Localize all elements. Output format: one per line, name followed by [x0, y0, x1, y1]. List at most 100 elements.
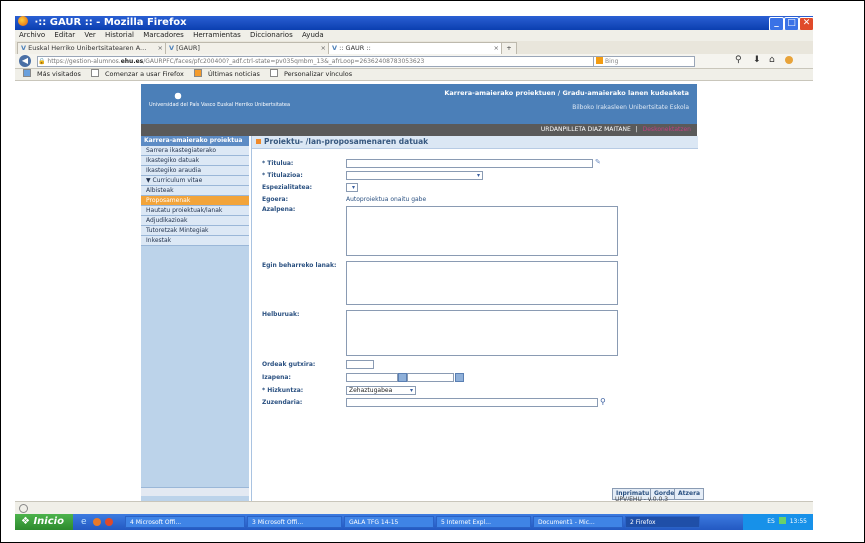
logo-text: Universidad del País Vasco Euskal Herrik… — [149, 102, 291, 108]
start-label: Inicio — [33, 516, 64, 527]
upv-logo-mark — [171, 90, 185, 102]
sidebar-scrollbar[interactable] — [141, 487, 249, 496]
search-icon[interactable]: ⚲ — [735, 55, 742, 65]
quicklaunch-ie-icon[interactable]: e — [81, 517, 87, 527]
hours-label: Ordeak gutxira: — [262, 361, 316, 368]
specialty-select[interactable]: ▾ — [346, 183, 358, 192]
addon-icon[interactable] — [785, 56, 793, 64]
menu-editar[interactable]: Editar — [54, 31, 75, 39]
firefox-icon — [18, 16, 28, 26]
tab-euskal-herriko[interactable]: V Euskal Herriko Unibertsitatearen A... … — [17, 42, 167, 54]
windows-taskbar: ❖ Inicio e 4 Microsoft Offi... 3 Microso… — [15, 514, 813, 530]
url-domain: ehu.es — [120, 58, 144, 65]
upv-logo: Universidad del País Vasco Euskal Herrik… — [149, 90, 290, 108]
clock[interactable]: 13:55 — [790, 518, 807, 525]
language-select[interactable]: Zehaztugabea ▾ — [346, 386, 416, 395]
sidebar-item-curriculum[interactable]: ▼ Curriculum vitae — [141, 176, 249, 186]
title-input[interactable] — [346, 159, 593, 168]
tasks-textarea[interactable] — [346, 261, 618, 305]
start-button[interactable]: ❖ Inicio — [15, 514, 73, 530]
start-date-input[interactable] — [346, 373, 398, 382]
site-subtitle: Bilboko Irakasleen Unibertsitate Eskola — [572, 104, 689, 111]
sidebar-item-proposamenak[interactable]: Proposamenak — [141, 196, 249, 206]
tab-label: Euskal Herriko Unibertsitatearen A... — [28, 44, 147, 52]
bookmarks-bar: Más visitados Comenzar a usar Firefox Úl… — [15, 69, 813, 81]
tab-close-icon[interactable]: × — [321, 43, 326, 54]
bookmark-label: Comenzar a usar Firefox — [105, 70, 184, 78]
minimize-button[interactable]: _ — [769, 17, 784, 31]
tab-gaur-brackets[interactable]: V [GAUR] × — [165, 42, 330, 54]
tab-favicon: V — [169, 44, 175, 52]
goals-textarea[interactable] — [346, 310, 618, 356]
bookmark-personalizar[interactable]: Personalizar vínculos — [266, 69, 353, 78]
taskbar-item-document1[interactable]: Document1 - Mic... — [533, 516, 623, 528]
quicklaunch-firefox-icon[interactable] — [93, 518, 101, 526]
bookmark-mas-visitados[interactable]: Más visitados — [19, 69, 81, 78]
taskbar-item-office-4[interactable]: 4 Microsoft Offi... — [125, 516, 245, 528]
spellcheck-icon[interactable]: ✎ — [595, 158, 601, 166]
menu-ver[interactable]: Ver — [84, 31, 95, 39]
summary-textarea[interactable] — [346, 206, 618, 256]
window-titlebar: ·:: GAUR :: - Mozilla Firefox _ □ ✕ — [15, 16, 813, 31]
heading-bullet-icon — [256, 139, 261, 144]
menu-historial[interactable]: Historial — [105, 31, 134, 39]
taskbar-item-office-3[interactable]: 3 Microsoft Offi... — [247, 516, 342, 528]
calendar-icon[interactable] — [398, 373, 407, 382]
sidebar-item-adjudikazioak[interactable]: Adjudikazioak — [141, 216, 249, 226]
language-value: Zehaztugabea — [349, 387, 393, 394]
tab-gaur-active[interactable]: V :: GAUR :: × — [328, 42, 503, 54]
state-value: Autoproiektua onaitu gabe — [346, 196, 427, 203]
tray-network-icon[interactable] — [778, 517, 786, 524]
taskbar-item-gala-tfg[interactable]: GALA TFG 14-15 — [344, 516, 434, 528]
sidebar-item-inkestak[interactable]: Inkestak — [141, 236, 249, 246]
back-arrow-icon[interactable]: ◀ — [19, 55, 31, 67]
logout-link[interactable]: Deskonektatzen — [643, 126, 697, 133]
new-tab-button[interactable]: + — [501, 42, 517, 54]
taskbar-item-ie[interactable]: 5 Internet Expl... — [436, 516, 531, 528]
calendar-icon[interactable] — [455, 373, 464, 382]
menu-herramientas[interactable]: Herramientas — [193, 31, 241, 39]
bookmark-ultimas-noticias[interactable]: Últimas noticias — [190, 69, 260, 78]
site-header: Universidad del País Vasco Euskal Herrik… — [141, 84, 697, 124]
degree-select[interactable]: ▾ — [346, 171, 483, 180]
search-input[interactable]: Bing — [593, 56, 695, 67]
site-title: Karrera-amaierako proiektuen / Gradu-ama… — [444, 89, 689, 97]
firefox-window: ·:: GAUR :: - Mozilla Firefox _ □ ✕ Arch… — [15, 16, 813, 530]
menu-marcadores[interactable]: Marcadores — [143, 31, 184, 39]
hours-input[interactable] — [346, 360, 374, 369]
quicklaunch-media-icon[interactable] — [105, 518, 113, 526]
tab-close-icon[interactable]: × — [158, 43, 163, 54]
degree-label: * Titulazioa: — [262, 172, 303, 179]
chevron-down-icon: ▾ — [409, 387, 413, 394]
sidebar-item-sarrera[interactable]: Sarrera ikastegiaterako — [141, 146, 249, 156]
search-icon[interactable]: ⚲ — [600, 397, 606, 406]
language-indicator[interactable]: ES — [767, 518, 775, 525]
menu-archivo[interactable]: Archivo — [19, 31, 45, 39]
download-icon[interactable]: ⬇ — [753, 55, 761, 65]
window-title: ·:: GAUR :: - Mozilla Firefox — [34, 17, 187, 28]
sidebar-item-ikastegiko-datuak[interactable]: Ikastegiko datuak — [141, 156, 249, 166]
back-button[interactable]: Atzera — [674, 488, 705, 500]
close-window-button[interactable]: ✕ — [799, 17, 813, 31]
bookmark-label: Personalizar vínculos — [283, 70, 353, 78]
menu-diccionarios[interactable]: Diccionarios — [250, 31, 293, 39]
user-bar: URDANPILLETA DIAZ MAITANE | Deskonektatz… — [141, 124, 697, 136]
sidebar-item-tutoretzak[interactable]: Tutoretzak Mintegiak — [141, 226, 249, 236]
sidebar-item-albisteak[interactable]: Albisteak — [141, 186, 249, 196]
dates-label: Izapena: — [262, 374, 291, 381]
menu-bar: Archivo Editar Ver Historial Marcadores … — [15, 30, 813, 41]
bookmark-comenzar[interactable]: Comenzar a usar Firefox — [87, 69, 184, 78]
maximize-button[interactable]: □ — [784, 17, 799, 31]
chevron-down-icon: ▾ — [476, 172, 480, 179]
tab-favicon: V — [332, 44, 338, 52]
taskbar-item-firefox[interactable]: 2 Firefox — [625, 516, 700, 528]
home-icon[interactable]: ⌂ — [769, 55, 775, 65]
search-placeholder: Bing — [605, 58, 619, 65]
end-date-input[interactable] — [407, 373, 454, 382]
sidebar-item-ikastegiko-araudia[interactable]: Ikastegiko araudia — [141, 166, 249, 176]
url-bar[interactable]: 🔒 https://gestion-alumnos.ehu.es/GAURPFC… — [37, 56, 599, 67]
tab-close-icon[interactable]: × — [494, 43, 499, 54]
menu-ayuda[interactable]: Ayuda — [302, 31, 324, 39]
sidebar-item-hautatu[interactable]: Hautatu proiektuak/lanak — [141, 206, 249, 216]
director-input[interactable] — [346, 398, 598, 407]
